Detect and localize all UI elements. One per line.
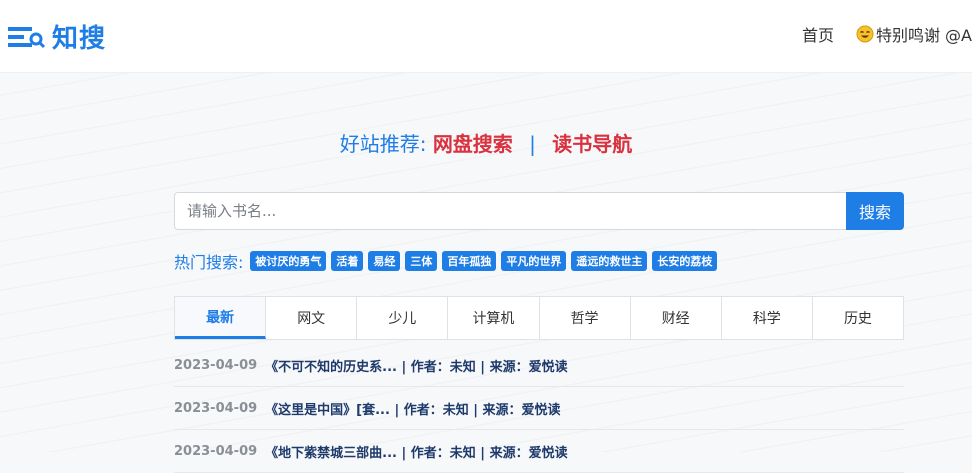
search-bar: 搜索 (174, 192, 904, 230)
tab-philosophy[interactable]: 哲学 (540, 297, 631, 339)
hot-tag[interactable]: 被讨厌的勇气 (250, 251, 327, 271)
hot-search-label: 热门搜索: (174, 253, 244, 272)
tab-finance[interactable]: 财经 (631, 297, 722, 339)
nav-home-link[interactable]: 首页 (802, 22, 834, 46)
logo-text: 知搜 (52, 24, 107, 54)
item-date: 2023-04-09 (174, 357, 258, 373)
nav-thanks-link[interactable]: 特别鸣谢 @A (856, 22, 972, 46)
hot-tag[interactable]: 活着 (331, 251, 364, 271)
recommend-label: 好站推荐: (339, 132, 427, 156)
item-date: 2023-04-09 (174, 443, 258, 459)
hot-searches: 热门搜索: 被讨厌的勇气 活着 易经 三体 百年孤独 平凡的世界 遥远的救世主 … (174, 249, 718, 273)
hot-tag[interactable]: 百年孤独 (442, 251, 497, 271)
hot-tag[interactable]: 长安的荔枝 (652, 251, 718, 271)
search-button[interactable]: 搜索 (846, 192, 904, 230)
tab-history[interactable]: 历史 (813, 297, 903, 339)
book-list: 2023-04-09 《不可不知的历史系... | 作者：未知 | 来源：爱悦读… (174, 344, 904, 473)
hot-tag[interactable]: 易经 (368, 251, 401, 271)
recommend-separator: | (529, 132, 536, 156)
tab-computer[interactable]: 计算机 (448, 297, 540, 339)
recommend-sites: 好站推荐: 网盘搜索 | 读书导航 (0, 128, 972, 157)
item-link[interactable]: 《地下紫禁城三部曲... | 作者：未知 | 来源：爱悦读 (265, 442, 567, 461)
category-tabs: 最新 网文 少儿 计算机 哲学 财经 科学 历史 (174, 296, 904, 340)
tab-children[interactable]: 少儿 (357, 297, 449, 339)
smile-emoji-icon (856, 25, 874, 43)
hot-tag[interactable]: 遥远的救世主 (571, 251, 648, 271)
item-link[interactable]: 《不可不知的历史系... | 作者：未知 | 来源：爱悦读 (265, 356, 567, 375)
tab-latest[interactable]: 最新 (175, 297, 267, 339)
recommend-link-reading-nav[interactable]: 读书导航 (552, 132, 632, 156)
tab-science[interactable]: 科学 (722, 297, 813, 339)
tab-web-novel[interactable]: 网文 (266, 297, 358, 339)
list-item: 2023-04-09 《不可不知的历史系... | 作者：未知 | 来源：爱悦读 (174, 344, 904, 387)
hot-tag[interactable]: 三体 (405, 251, 438, 271)
nav-thanks-label: 特别鸣谢 @A (875, 26, 972, 45)
item-link[interactable]: 《这里是中国》[套... | 作者：未知 | 来源：爱悦读 (265, 399, 560, 418)
site-logo[interactable]: 知搜 (8, 18, 106, 55)
search-list-icon (8, 23, 46, 51)
recommend-link-pan-search[interactable]: 网盘搜索 (433, 132, 513, 156)
top-nav: 首页 特别鸣谢 @A (802, 22, 972, 46)
search-input[interactable] (174, 192, 846, 230)
list-item: 2023-04-09 《这里是中国》[套... | 作者：未知 | 来源：爱悦读 (174, 387, 904, 430)
hot-tag[interactable]: 平凡的世界 (501, 251, 567, 271)
item-date: 2023-04-09 (174, 400, 258, 416)
top-header: 知搜 首页 特别鸣谢 @A (0, 0, 972, 73)
